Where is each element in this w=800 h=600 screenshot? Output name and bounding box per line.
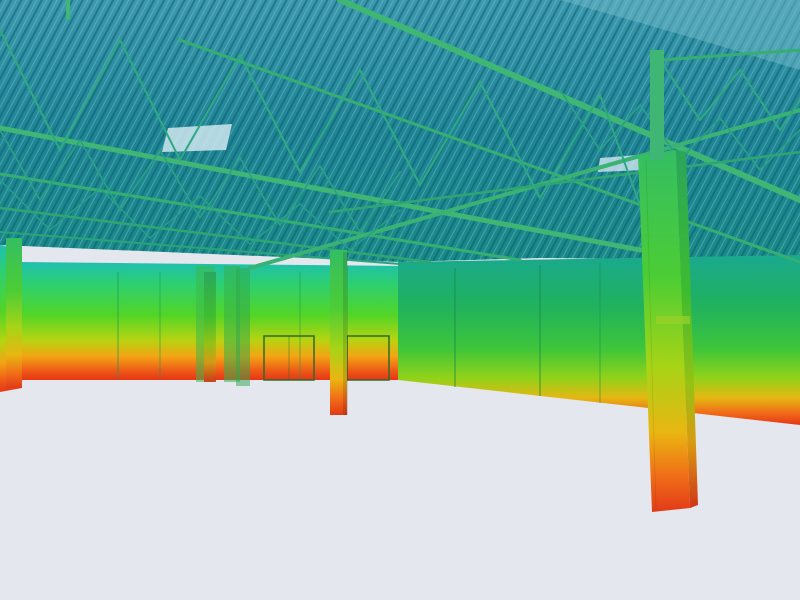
skylight <box>162 124 232 152</box>
column <box>330 250 348 415</box>
point-cloud-scene <box>0 0 800 600</box>
column <box>204 272 216 382</box>
column <box>6 238 22 388</box>
column <box>650 50 664 160</box>
